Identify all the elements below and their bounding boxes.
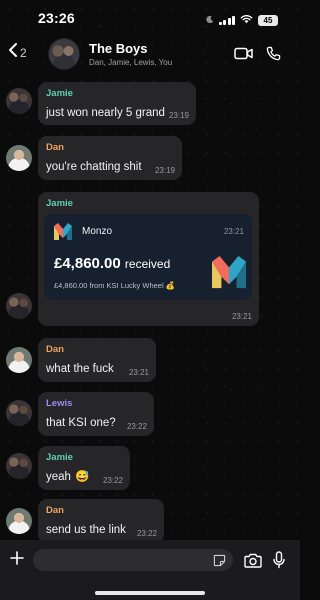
message-time: 23:21 <box>128 368 149 377</box>
sender-name: Lewis <box>46 398 73 409</box>
payment-time: 23:21 <box>223 227 244 236</box>
camera-icon[interactable] <box>244 553 262 573</box>
avatar[interactable] <box>6 293 32 319</box>
plus-icon[interactable] <box>10 551 24 570</box>
sender-name: Dan <box>46 142 64 153</box>
payment-message-bubble[interactable]: Jamie Monzo 23:21 £4,860.00 received £4,… <box>38 192 259 326</box>
monzo-logo-icon <box>53 223 73 246</box>
message-text: yeah <box>46 471 71 483</box>
payment-amount: £4,860.00 <box>54 255 121 272</box>
avatar[interactable] <box>6 508 32 534</box>
status-bar: 23:26 45 <box>0 0 300 36</box>
message-text: that KSI one? <box>46 417 116 429</box>
monzo-payment-card[interactable]: Monzo 23:21 £4,860.00 received £4,860.00… <box>44 214 252 300</box>
message-composer <box>0 540 300 600</box>
avatar[interactable] <box>6 347 32 373</box>
battery-indicator: 45 <box>258 14 278 26</box>
avatar[interactable] <box>6 88 32 114</box>
message-text: send us the link <box>46 524 126 536</box>
payment-description: £4,860.00 from KSI Lucky Wheel 💰 <box>54 281 176 290</box>
back-button[interactable]: 2 <box>8 42 27 63</box>
message-bubble[interactable]: Dan you're chatting shit 23:19 <box>38 136 182 180</box>
avatar[interactable] <box>6 400 32 426</box>
chat-header: 2 The Boys Dan, Jamie, Lewis, You <box>0 36 300 74</box>
message-bubble[interactable]: Dan send us the link 23:22 <box>38 499 164 543</box>
cellular-signal-icon <box>218 15 235 25</box>
sticker-icon[interactable] <box>213 554 226 572</box>
message-time: 23:19 <box>154 166 175 175</box>
unread-count: 2 <box>20 45 27 60</box>
sender-name: Jamie <box>46 88 73 99</box>
message-text: you're chatting shit <box>46 161 142 173</box>
sender-name: Dan <box>46 344 64 355</box>
grinning-sweat-emoji: 😅 <box>75 471 90 483</box>
wifi-icon <box>240 11 253 29</box>
message-bubble[interactable]: Dan what the fuck 23:21 <box>38 338 156 382</box>
moon-icon <box>205 11 214 29</box>
message-text: what the fuck <box>46 363 114 375</box>
sender-name: Jamie <box>46 198 73 209</box>
payment-amount-line: £4,860.00 received <box>54 255 170 272</box>
message-input[interactable] <box>33 549 233 571</box>
chat-title[interactable]: The Boys <box>89 41 148 56</box>
message-text: just won nearly 5 grand <box>46 107 165 119</box>
message-bubble[interactable]: Jamie yeah 😅 23:22 <box>38 446 130 490</box>
avatar[interactable] <box>6 145 32 171</box>
microphone-icon[interactable] <box>273 551 285 574</box>
status-time: 23:26 <box>38 10 75 26</box>
status-indicators: 45 <box>205 11 278 29</box>
chat-members[interactable]: Dan, Jamie, Lewis, You <box>89 58 172 67</box>
payment-status: received <box>124 257 171 271</box>
message-time: 23:21 <box>231 312 252 321</box>
chevron-left-icon <box>8 42 18 63</box>
group-avatar[interactable] <box>48 38 80 70</box>
video-camera-icon[interactable] <box>234 47 253 65</box>
phone-icon[interactable] <box>266 46 281 66</box>
sender-name: Jamie <box>46 452 73 463</box>
message-time: 23:22 <box>126 422 147 431</box>
message-bubble[interactable]: Jamie just won nearly 5 grand 23:19 <box>38 82 196 125</box>
message-time: 23:22 <box>136 529 157 538</box>
sender-name: Dan <box>46 505 64 516</box>
avatar[interactable] <box>6 453 32 479</box>
message-time: 23:19 <box>168 111 189 120</box>
payment-brand: Monzo <box>82 226 113 237</box>
message-time: 23:22 <box>102 476 123 485</box>
monzo-logo-icon <box>210 256 248 295</box>
home-indicator[interactable] <box>95 591 205 595</box>
message-bubble[interactable]: Lewis that KSI one? 23:22 <box>38 392 154 436</box>
